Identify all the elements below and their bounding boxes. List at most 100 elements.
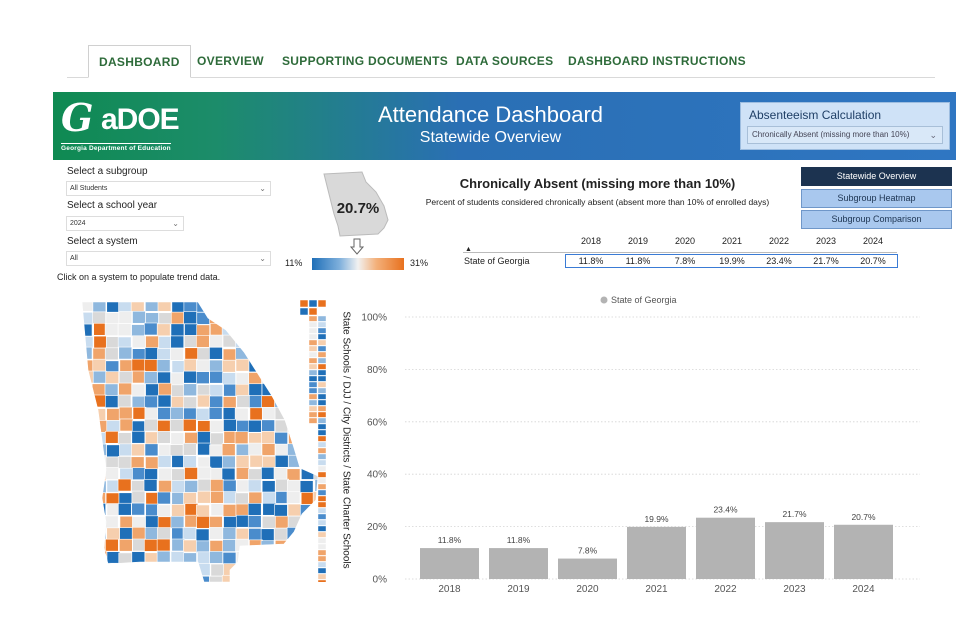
county-region[interactable]: [197, 478, 212, 492]
tab-dashboard-instructions[interactable]: DASHBOARD INSTRUCTIONS: [568, 45, 746, 78]
county-region[interactable]: [223, 383, 237, 397]
county-region[interactable]: [222, 552, 237, 565]
county-region[interactable]: [261, 335, 276, 349]
county-region[interactable]: [117, 323, 132, 337]
system-cell[interactable]: [308, 369, 318, 376]
county-region[interactable]: [197, 347, 211, 361]
county-region[interactable]: [247, 503, 262, 516]
county-region[interactable]: [274, 527, 288, 541]
county-region[interactable]: [80, 311, 94, 325]
county-region[interactable]: [261, 551, 276, 565]
county-region[interactable]: [182, 527, 197, 540]
system-cell[interactable]: [317, 459, 326, 466]
county-region[interactable]: [273, 576, 288, 582]
county-region[interactable]: [81, 468, 95, 482]
county-region[interactable]: [157, 348, 171, 361]
county-region[interactable]: [171, 504, 185, 517]
county-region[interactable]: [157, 407, 172, 420]
county-region[interactable]: [106, 420, 121, 433]
county-region[interactable]: [274, 371, 289, 385]
county-region[interactable]: [275, 443, 289, 457]
county-region[interactable]: [222, 539, 236, 552]
county-region[interactable]: [209, 527, 224, 540]
system-cell[interactable]: [300, 307, 309, 316]
county-region[interactable]: [286, 395, 301, 408]
county-region[interactable]: [249, 347, 264, 361]
bar[interactable]: [765, 522, 824, 579]
county-region[interactable]: [93, 322, 107, 336]
system-cell[interactable]: [317, 363, 326, 370]
county-region[interactable]: [235, 503, 250, 517]
county-region[interactable]: [131, 526, 146, 540]
county-region[interactable]: [235, 514, 250, 528]
county-region[interactable]: [286, 575, 301, 582]
county-region[interactable]: [196, 335, 210, 348]
county-region[interactable]: [209, 334, 223, 348]
system-cell[interactable]: [317, 519, 326, 526]
county-region[interactable]: [156, 563, 171, 576]
system-cell[interactable]: [317, 507, 326, 514]
county-region[interactable]: [143, 371, 158, 384]
bar[interactable]: [558, 558, 617, 579]
system-cell[interactable]: [317, 543, 326, 550]
county-region[interactable]: [92, 347, 107, 361]
county-region[interactable]: [235, 492, 249, 506]
system-cell[interactable]: [308, 411, 318, 418]
system-cell[interactable]: [308, 345, 318, 352]
county-region[interactable]: [196, 312, 211, 325]
county-region[interactable]: [117, 575, 132, 582]
county-region[interactable]: [261, 358, 276, 372]
system-cell[interactable]: [317, 495, 326, 502]
county-region[interactable]: [170, 372, 185, 386]
county-region[interactable]: [287, 443, 301, 457]
county-region[interactable]: [184, 432, 198, 445]
county-region[interactable]: [235, 528, 250, 541]
county-region[interactable]: [117, 456, 132, 469]
county-region[interactable]: [210, 563, 225, 577]
county-region[interactable]: [273, 564, 288, 578]
county-region[interactable]: [144, 347, 159, 360]
county-region[interactable]: [183, 442, 197, 456]
county-region[interactable]: [221, 574, 236, 582]
county-region[interactable]: [248, 383, 263, 397]
county-region[interactable]: [171, 384, 185, 398]
county-region[interactable]: [144, 407, 159, 421]
county-region[interactable]: [184, 480, 198, 493]
system-cell[interactable]: [308, 327, 318, 334]
county-region[interactable]: [157, 575, 171, 582]
system-cell[interactable]: [317, 453, 326, 460]
system-cell[interactable]: [308, 393, 318, 400]
system-cell[interactable]: [308, 363, 318, 370]
county-region[interactable]: [145, 492, 160, 505]
system-cell[interactable]: [317, 333, 326, 340]
county-region[interactable]: [144, 552, 159, 566]
county-region[interactable]: [273, 348, 288, 361]
county-region[interactable]: [274, 310, 288, 324]
county-region[interactable]: [222, 372, 236, 385]
county-region[interactable]: [118, 311, 133, 324]
county-region[interactable]: [144, 527, 159, 540]
system-cell[interactable]: [308, 405, 318, 412]
county-region[interactable]: [157, 455, 172, 468]
bar[interactable]: [834, 524, 893, 579]
county-region[interactable]: [183, 407, 197, 421]
county-region[interactable]: [183, 370, 198, 384]
system-cell[interactable]: [308, 375, 318, 382]
county-region[interactable]: [106, 503, 121, 516]
county-region[interactable]: [197, 442, 211, 456]
county-region[interactable]: [261, 480, 276, 493]
county-region[interactable]: [157, 527, 171, 540]
system-cell[interactable]: [317, 300, 326, 308]
county-region[interactable]: [248, 468, 262, 482]
system-cell[interactable]: [317, 369, 326, 376]
system-cell[interactable]: [317, 525, 326, 532]
county-region[interactable]: [235, 467, 250, 480]
county-region[interactable]: [261, 419, 275, 433]
county-region[interactable]: [261, 467, 275, 480]
county-region[interactable]: [131, 564, 145, 578]
county-region[interactable]: [80, 408, 94, 421]
county-region[interactable]: [171, 301, 186, 314]
county-region[interactable]: [223, 491, 237, 504]
county-region[interactable]: [119, 515, 134, 529]
county-region[interactable]: [249, 454, 264, 468]
